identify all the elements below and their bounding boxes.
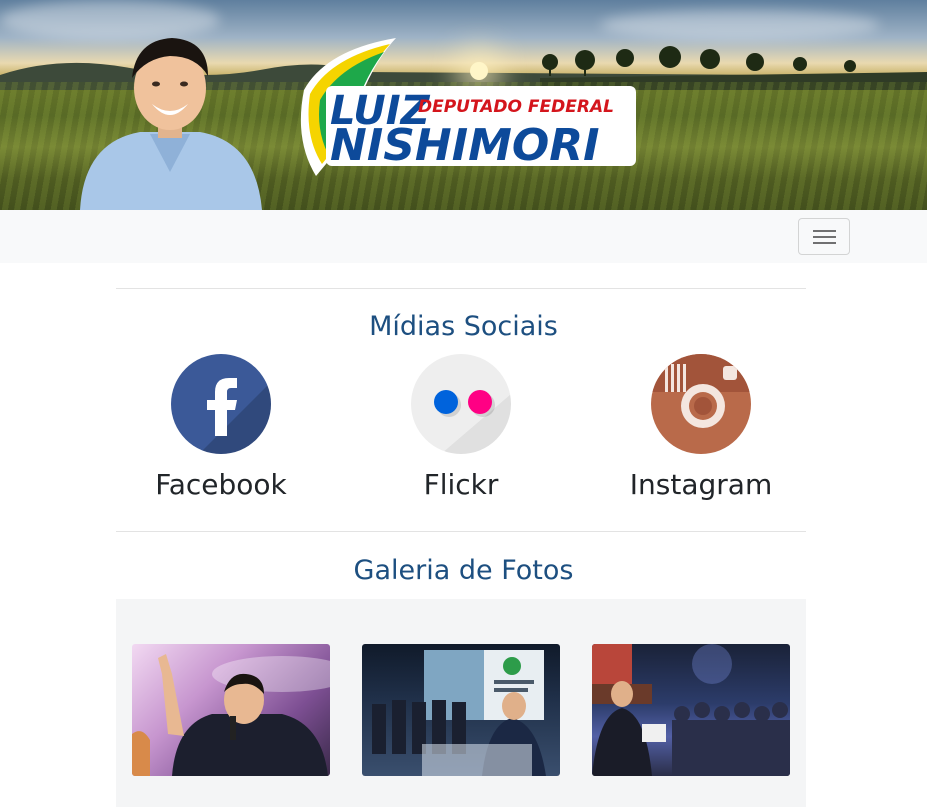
gallery-photo-2[interactable]	[362, 644, 560, 776]
logo-last-name: NISHIMORI	[330, 120, 600, 171]
cloud	[600, 10, 880, 40]
instagram-label: Instagram	[629, 468, 773, 501]
flickr-label: Flickr	[423, 468, 499, 501]
hamburger-menu-icon	[813, 230, 836, 232]
social-media-title: Mídias Sociais	[369, 311, 558, 342]
hamburger-menu-icon	[813, 242, 836, 244]
gallery-photo-3[interactable]	[592, 644, 790, 776]
facebook-link[interactable]: Facebook	[101, 354, 341, 501]
facebook-label: Facebook	[155, 468, 287, 501]
candidate-photo	[80, 38, 262, 210]
instagram-icon	[651, 354, 751, 454]
flickr-icon	[411, 354, 511, 454]
candidate-logo: LUIZ DEPUTADO FEDERAL NISHIMORI	[300, 38, 636, 176]
hamburger-menu-icon	[813, 236, 836, 238]
divider	[116, 288, 806, 289]
facebook-icon	[171, 354, 271, 454]
photo-gallery-title: Galeria de Fotos	[353, 555, 574, 586]
navbar-toggler-button[interactable]	[798, 218, 850, 255]
gallery-photo-1[interactable]	[132, 644, 330, 776]
instagram-link[interactable]: Instagram	[581, 354, 821, 501]
flickr-link[interactable]: Flickr	[341, 354, 581, 501]
header-banner: LUIZ DEPUTADO FEDERAL NISHIMORI	[0, 0, 927, 210]
photo-gallery	[116, 599, 806, 807]
divider	[116, 531, 806, 532]
navbar	[0, 210, 927, 263]
logo-subtitle: DEPUTADO FEDERAL	[418, 97, 614, 117]
